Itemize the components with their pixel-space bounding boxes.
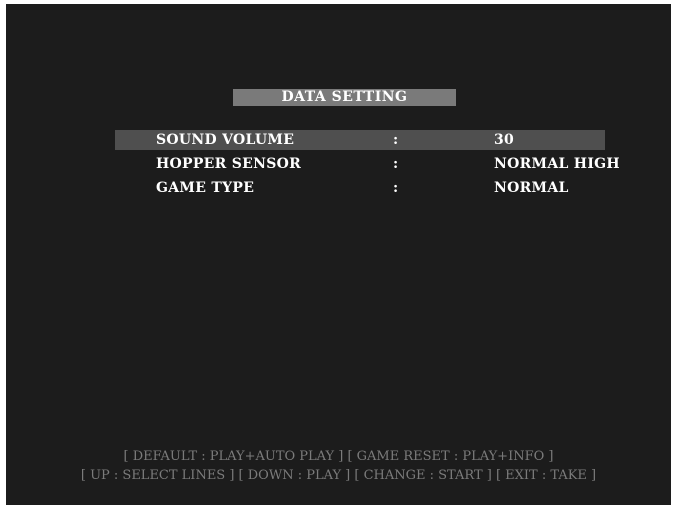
setting-row-sound-volume[interactable]: SOUND VOLUME : 30 xyxy=(115,130,605,150)
setting-separator: : xyxy=(393,180,399,196)
page-title: DATA SETTING xyxy=(281,89,408,105)
setting-value: NORMAL xyxy=(494,180,569,196)
setting-value: 30 xyxy=(494,132,515,148)
help-line-controls: [ UP : SELECT LINES ] [ DOWN : PLAY ] [ … xyxy=(80,468,597,483)
setting-separator: : xyxy=(393,132,399,148)
setting-value: NORMAL HIGH xyxy=(494,156,620,172)
setting-label: GAME TYPE xyxy=(156,180,255,196)
setting-screen: DATA SETTING SOUND VOLUME : 30 HOPPER SE… xyxy=(6,4,671,505)
help-line-defaults: [ DEFAULT : PLAY+AUTO PLAY ] [ GAME RESE… xyxy=(123,449,554,464)
setting-separator: : xyxy=(393,156,399,172)
setting-label: SOUND VOLUME xyxy=(156,132,295,148)
setting-row-hopper-sensor[interactable]: HOPPER SENSOR : NORMAL HIGH xyxy=(115,154,620,174)
setting-row-game-type[interactable]: GAME TYPE : NORMAL xyxy=(115,178,605,198)
setting-label: HOPPER SENSOR xyxy=(156,156,302,172)
